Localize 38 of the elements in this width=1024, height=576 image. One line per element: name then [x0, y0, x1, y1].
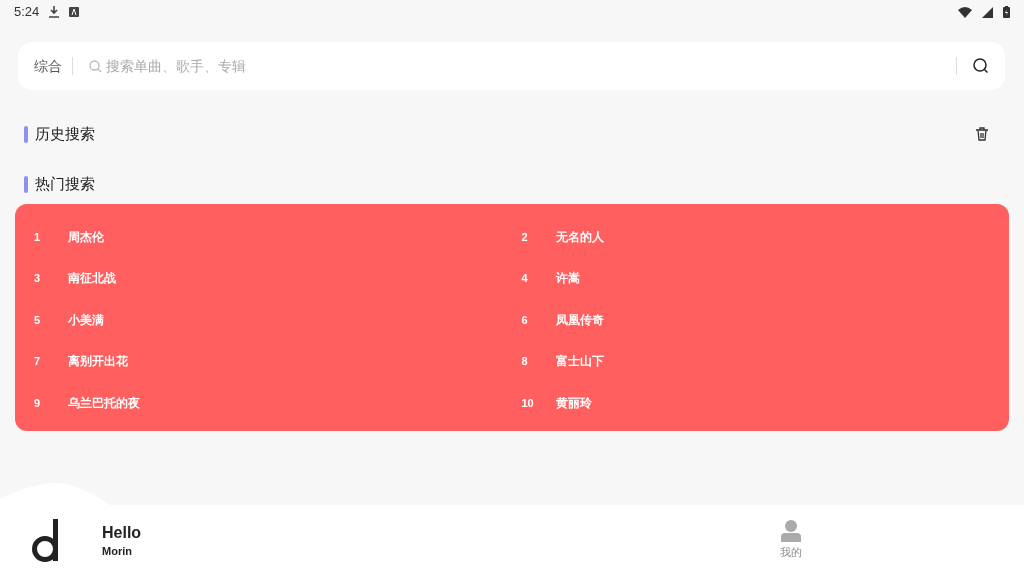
nav-tab[interactable]: 我的 [780, 520, 802, 561]
search-term[interactable]: 离别开出花 [68, 352, 128, 371]
rank-number: 7 [34, 354, 42, 369]
battery-icon [1003, 6, 1010, 18]
rank-number: 4 [521, 271, 529, 286]
search-icon[interactable] [973, 58, 989, 74]
rank-number: 6 [521, 312, 529, 328]
search-term[interactable]: 黄丽玲 [555, 393, 592, 412]
section-title: 热门搜索 [35, 173, 95, 194]
trash-icon[interactable] [976, 127, 988, 141]
signal-icon [982, 6, 993, 18]
section-title: 历史搜索 [35, 123, 95, 144]
rank-number: 9 [34, 395, 42, 411]
search-icon [89, 59, 102, 73]
search-term[interactable]: 凤凰传奇 [555, 310, 604, 329]
search-term[interactable]: 南征北战 [68, 269, 116, 288]
search-term[interactable]: 富士山下 [555, 352, 604, 371]
artist-name: Morin [102, 543, 133, 559]
search-term[interactable]: 许嵩 [555, 269, 580, 288]
search-term[interactable]: 小美满 [68, 310, 104, 329]
search-term[interactable]: 乌兰巴托的夜 [68, 393, 140, 412]
search-scope[interactable]: 综合 [34, 57, 73, 75]
rank-number: 3 [34, 271, 42, 286]
rank-number: 2 [521, 229, 529, 245]
wifi-icon [958, 6, 972, 18]
status-time: 5:24 [14, 3, 40, 22]
rank-number: 8 [521, 354, 529, 369]
rank-number: 5 [34, 312, 42, 328]
search-field[interactable]: 搜索单曲、歌手、专辑 [106, 55, 956, 77]
download-icon [49, 6, 60, 18]
keyboard-icon [69, 7, 80, 17]
rank-number: 1 [34, 229, 42, 245]
person-icon [781, 520, 801, 543]
rank-number: 10 [521, 395, 535, 411]
search-term[interactable]: 周杰伦 [68, 227, 104, 246]
search-bar[interactable]: 综合 搜索单曲、歌手、专辑 [18, 42, 1005, 90]
song-title: Hello [102, 522, 142, 543]
search-term[interactable]: 无名的人 [555, 227, 604, 246]
